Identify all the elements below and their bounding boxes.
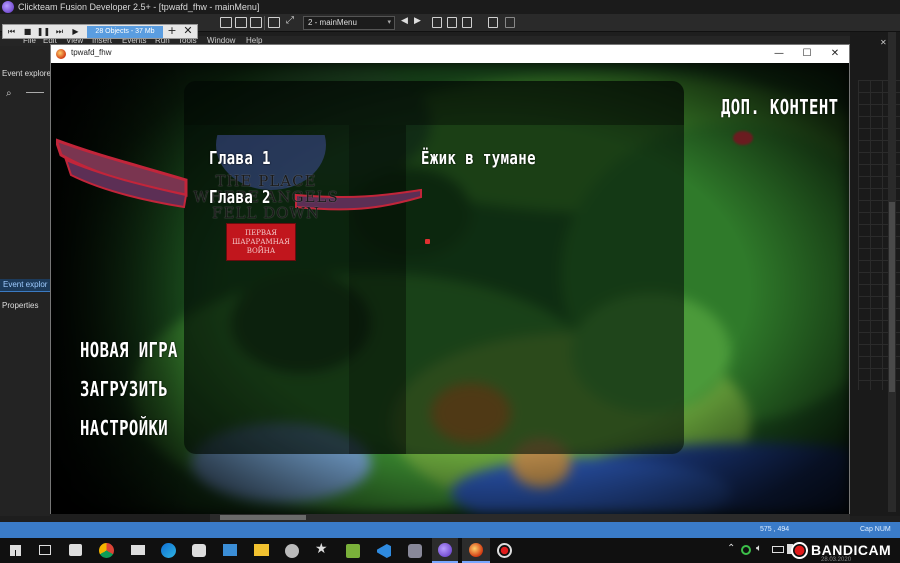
clickteam-logo-icon xyxy=(2,1,14,13)
checkbox-icon[interactable] xyxy=(505,17,515,28)
pause-icon[interactable]: ❚❚ xyxy=(36,25,51,38)
load-game-button[interactable]: ЗАГРУЗИТЬ xyxy=(80,377,168,401)
frame-tool-icon[interactable] xyxy=(447,17,457,28)
chevron-down-icon: ▾ xyxy=(387,19,391,26)
grid-icon[interactable] xyxy=(235,17,247,28)
bandicam-record-icon xyxy=(791,542,808,559)
pin-icon[interactable]: ⤢ xyxy=(286,15,298,26)
minimize-icon[interactable]: — xyxy=(765,45,793,63)
game-window-titlebar[interactable]: tpwafd_fhw — ☐ ✕ xyxy=(51,45,849,63)
restart-icon[interactable]: ⏮ xyxy=(4,25,19,38)
chapter-1-button[interactable]: Глава 1 xyxy=(209,148,271,169)
status-coordinates: 575 , 494 xyxy=(760,526,790,533)
store-icon[interactable] xyxy=(69,544,82,556)
search-icon[interactable]: ⌕ xyxy=(6,88,12,99)
horizontal-scrollbar[interactable] xyxy=(210,513,850,522)
bandicam-label: BANDICAM xyxy=(811,542,892,558)
frame-select[interactable]: 2 - mainMenu ▾ xyxy=(303,16,395,30)
chapter-detail-title: Ёжик в тумане xyxy=(421,148,536,169)
editor-right-strip: ✕ xyxy=(850,32,900,516)
frame-select-value: 2 - mainMenu xyxy=(308,18,357,27)
media-player-icon[interactable] xyxy=(192,544,206,557)
record-icon[interactable] xyxy=(497,543,512,558)
volume-icon[interactable]: 🔈︎ xyxy=(756,543,762,554)
windows-start-icon[interactable] xyxy=(10,545,21,556)
properties-header: Properties xyxy=(2,301,39,310)
event-explorer-header: Event explore xyxy=(2,69,51,78)
new-game-button[interactable]: НОВАЯ ИГРА xyxy=(80,338,178,362)
status-keys: Cap NUM xyxy=(860,526,891,533)
select-tool-icon[interactable] xyxy=(432,17,442,28)
game-window: tpwafd_fhw — ☐ ✕ THE PLACE WHERE ANGELS … xyxy=(50,44,850,514)
taskbar: ★ ⌃ 🔈︎ BANDICAM 28.03.2020 xyxy=(0,538,900,563)
game-window-title: tpwafd_fhw xyxy=(71,48,112,57)
panel-close-icon[interactable]: ✕ xyxy=(880,38,887,47)
network-tool-icon[interactable] xyxy=(285,544,299,558)
game-app-icon xyxy=(469,543,483,557)
ide-titlebar: Clickteam Fusion Developer 2.5+ - [tpwaf… xyxy=(0,0,900,14)
left-dark-overlay xyxy=(51,63,191,514)
horizontal-scroll-thumb[interactable] xyxy=(220,515,306,520)
left-panel: Event explore ⌕ Event explor Properties xyxy=(0,46,51,516)
cursor-marker-icon xyxy=(425,239,430,244)
battery-icon[interactable] xyxy=(772,546,784,553)
favorites-icon[interactable]: ★ xyxy=(315,541,328,557)
maximize-icon[interactable]: ☐ xyxy=(793,45,821,63)
game-scene: THE PLACE WHERE ANGELS FELL DOWN ПЕРВАЯ … xyxy=(51,63,849,514)
chapter-2-button[interactable]: Глава 2 xyxy=(209,187,271,208)
play-icon[interactable]: ▶ xyxy=(68,25,83,38)
debugger-toolbar: ⏮ ■ ❚❚ ⏭ ▶ 28 Objects - 37 Mb + ✕ xyxy=(2,24,198,39)
file-explorer-icon[interactable] xyxy=(254,544,269,556)
tab-event-explorer[interactable]: Event explor xyxy=(0,279,50,292)
logo-badge: ПЕРВАЯ ШАРАРАМНАЯ ВОЙНА xyxy=(226,223,296,261)
add-watch-icon[interactable]: + xyxy=(165,25,179,38)
close-icon[interactable]: ✕ xyxy=(821,45,849,63)
edge-icon[interactable] xyxy=(161,543,176,558)
bonus-content-button[interactable]: ДОП. КОНТЕНТ xyxy=(721,95,838,119)
game-tool-icon[interactable] xyxy=(346,544,360,558)
tray-app-icon[interactable] xyxy=(741,545,751,555)
bird-icon xyxy=(733,131,753,145)
stop-icon[interactable]: ■ xyxy=(20,25,35,38)
step-icon[interactable]: ⏭ xyxy=(52,25,67,38)
taskbar-date: 28.03.2020 xyxy=(821,557,852,563)
ide-window-title: Clickteam Fusion Developer 2.5+ - [tpwaf… xyxy=(18,2,260,12)
clickteam-logo-icon xyxy=(438,543,452,557)
logo-badge-text: ПЕРВАЯ ШАРАРАМНАЯ ВОЙНА xyxy=(232,229,290,255)
zoom-slider[interactable] xyxy=(26,92,44,93)
task-view-icon[interactable] xyxy=(39,545,51,555)
tray-chevron-up-icon[interactable]: ⌃ xyxy=(727,543,735,554)
next-frame-icon[interactable]: ▶ xyxy=(414,16,421,26)
vscode-icon[interactable] xyxy=(377,544,391,558)
mail-icon[interactable] xyxy=(131,545,145,555)
clickteam-taskbar-icon[interactable] xyxy=(432,538,458,563)
toolbar-divider xyxy=(264,16,265,30)
vertical-scroll-thumb[interactable] xyxy=(889,202,895,392)
bandicam-tray[interactable]: BANDICAM 28.03.2020 xyxy=(791,541,897,563)
square-icon[interactable] xyxy=(488,17,498,28)
object-counter: 28 Objects - 37 Mb xyxy=(87,25,163,38)
tab-event-explorer-label: Event explor xyxy=(3,280,48,289)
table-icon[interactable] xyxy=(268,17,280,28)
status-bar: 575 , 494 Cap NUM xyxy=(0,522,900,538)
game-taskbar-icon[interactable] xyxy=(462,538,490,563)
close-debugger-icon[interactable]: ✕ xyxy=(181,25,195,38)
layout-icon[interactable] xyxy=(220,17,232,28)
photos-icon[interactable] xyxy=(223,544,237,556)
list-icon[interactable] xyxy=(250,17,262,28)
game-app-icon xyxy=(56,49,66,59)
app-tool-icon[interactable] xyxy=(408,544,422,558)
settings-button[interactable]: НАСТРОЙКИ xyxy=(80,416,168,440)
chat-tool-icon[interactable] xyxy=(462,17,472,28)
chapter-panel-header xyxy=(184,81,684,125)
chrome-icon[interactable] xyxy=(99,543,114,558)
previous-frame-icon[interactable]: ◀ xyxy=(401,16,408,26)
